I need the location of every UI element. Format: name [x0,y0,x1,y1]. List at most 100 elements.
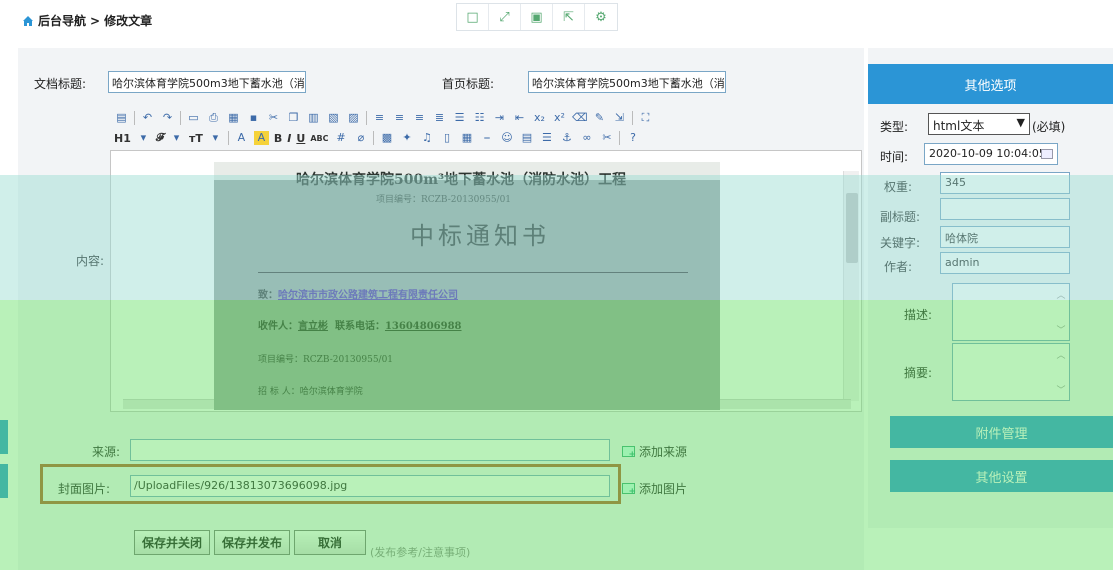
code-icon[interactable]: ▪ [246,111,261,125]
save-publish-button[interactable]: 保存并发布 [214,530,290,555]
heading-button[interactable]: H1 [114,132,131,145]
breadcrumb-current: 修改文章 [104,14,153,28]
copy-icon[interactable]: ❐ [286,111,301,125]
outdent-icon[interactable]: ⇤ [512,111,527,125]
superscript-icon[interactable]: x² [552,111,567,125]
scrollbar-thumb[interactable] [846,193,858,263]
hash-icon[interactable]: # [333,131,348,145]
preview-icon[interactable]: ▭ [186,111,201,125]
fullscreen-icon[interactable]: ⛶ [638,111,653,125]
map-icon[interactable]: ▤ [519,131,534,145]
align-left-icon[interactable]: ≡ [372,111,387,125]
redo-icon[interactable]: ↷ [160,111,175,125]
editor-scrollbar[interactable] [843,171,859,401]
print-icon[interactable]: ⎙ [206,111,221,125]
unlink-icon[interactable]: ✂ [599,131,614,145]
time-label: 时间: [880,150,909,164]
eraser-icon[interactable]: ⌀ [353,131,368,145]
save-close-button[interactable]: 保存并关闭 [134,530,210,555]
file-icon[interactable]: ▯ [439,131,454,145]
link-icon[interactable]: ∞ [579,131,594,145]
home-title-input[interactable]: 哈尔滨体育学院500m3地下蓄水池（消 [528,71,726,93]
undo-icon[interactable]: ↶ [140,111,155,125]
template-icon[interactable]: ▦ [226,111,241,125]
italic-button[interactable]: I [287,132,291,145]
pagebreak-icon[interactable]: ☰ [539,131,554,145]
doc-photo-bidder: 招 标 人：哈尔滨体育学院 [258,387,363,397]
description-textarea[interactable]: ︿ ﹀ [952,283,1070,341]
add-source-link[interactable]: 添加来源 [622,443,687,460]
breadcrumb-home[interactable]: 后台导航 [38,12,86,29]
select-all-icon[interactable]: ⇲ [612,111,627,125]
left-collapse-tab[interactable] [0,420,8,454]
chevron-down-icon[interactable]: ﹀ [1056,323,1065,336]
strikethrough-button[interactable]: ABC [310,134,328,143]
settings-icon[interactable]: ⚙ [585,4,617,30]
share-icon[interactable]: ⇱ [553,4,585,30]
font-button[interactable]: 𝓕 [156,131,164,145]
document-photo: 哈尔滨体育学院500m³地下蓄水池（消防水池）工程 项目编号：RCZB-2013… [214,162,720,410]
source-icon[interactable]: ▤ [114,111,129,125]
doc-photo-project-number-2: 项目编号：RCZB-20130955/01 [258,355,394,365]
align-center-icon[interactable]: ≡ [392,111,407,125]
ordered-list-icon[interactable]: ☰ [452,111,467,125]
other-settings-button[interactable]: 其他设置 [890,460,1113,492]
align-right-icon[interactable]: ≡ [412,111,427,125]
calendar-icon[interactable] [1041,149,1053,159]
table-icon[interactable]: ▦ [459,131,474,145]
size-button[interactable]: тT [189,132,203,145]
highlight-color-icon[interactable]: A [253,131,269,145]
summary-textarea[interactable]: ︿ ﹀ [952,343,1070,401]
paste-word-icon[interactable]: ▨ [346,111,361,125]
subtitle-input[interactable] [940,198,1070,220]
indent-icon[interactable]: ⇥ [492,111,507,125]
chevron-up-icon[interactable]: ︿ [1056,348,1065,361]
save-icon[interactable]: ▣ [521,4,553,30]
author-label: 作者: [884,260,913,274]
type-select[interactable]: html文本 ▼ [928,113,1030,135]
chevron-up-icon[interactable]: ︿ [1056,288,1065,301]
source-input[interactable] [130,439,610,461]
window-icon[interactable]: □ [457,4,489,30]
chevron-down-icon[interactable]: ﹀ [1056,383,1065,396]
paste-icon[interactable]: ▥ [306,111,321,125]
home-icon [23,15,33,26]
paste-text-icon[interactable]: ▧ [326,111,341,125]
anchor-icon[interactable]: ⚓ [559,131,574,145]
image-icon[interactable]: ▩ [379,131,394,145]
format-painter-icon[interactable]: ✎ [592,111,607,125]
keywords-input[interactable]: 哈体院 [940,226,1070,248]
cancel-button[interactable]: 取消 [294,530,366,555]
content-label: 内容: [76,254,105,268]
help-icon[interactable]: ? [625,131,640,145]
left-collapse-tab[interactable] [0,464,8,498]
justify-icon[interactable]: ≣ [432,111,447,125]
clear-format-icon[interactable]: ⌫ [572,111,588,125]
emoji-icon[interactable]: ☺ [499,131,514,145]
add-image-link[interactable]: 添加图片 [622,480,687,497]
other-options-header[interactable]: 其他选项 [868,64,1113,104]
weight-input[interactable]: 345 [940,172,1070,194]
breadcrumb: 后台导航 > 修改文章 [22,12,152,29]
media-icon[interactable]: ♫ [419,131,434,145]
hr-icon[interactable]: ⎯ [479,131,494,145]
author-input[interactable]: admin [940,252,1070,274]
breadcrumb-separator: > [90,13,101,28]
underline-button[interactable]: U [296,132,305,145]
subtitle-label: 副标题: [880,210,921,224]
attachments-button[interactable]: 附件管理 [890,416,1113,448]
time-input[interactable]: 2020-10-09 10:04:05 [924,143,1058,165]
description-label: 描述: [904,308,933,322]
bold-button[interactable]: B [274,132,282,145]
flash-icon[interactable]: ✦ [399,131,414,145]
font-color-icon[interactable]: A [234,131,249,145]
unordered-list-icon[interactable]: ☷ [472,111,487,125]
doc-title-label: 文档标题: [34,77,87,91]
cut-icon[interactable]: ✂ [266,111,281,125]
source-label: 来源: [92,445,121,459]
subscript-icon[interactable]: x₂ [532,111,547,125]
publish-hint[interactable]: (发布参考/注意事项) [370,544,470,560]
summary-label: 摘要: [904,366,933,380]
doc-title-input[interactable]: 哈尔滨体育学院500m3地下蓄水池（消 [108,71,306,93]
expand-icon[interactable]: ⤢ [489,4,521,30]
